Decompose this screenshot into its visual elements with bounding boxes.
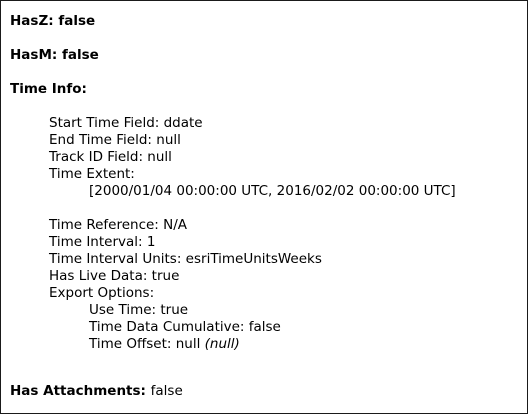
time-reference: Time Reference: N/A (49, 217, 188, 233)
hasm-row: HasM: false (10, 47, 99, 64)
time-offset: Time Offset: null (89, 336, 201, 352)
has-attachments-label: Has Attachments: (10, 383, 146, 399)
hasz-value: false (58, 13, 96, 29)
has-live-data: Has Live Data: true (49, 268, 180, 284)
properties-panel: HasZ: false HasM: false Time Info: Start… (0, 0, 528, 414)
time-interval: Time Interval: 1 (49, 234, 156, 250)
end-time-field: End Time Field: null (49, 132, 181, 148)
time-extent-label: Time Extent: (49, 166, 135, 182)
hasm-label: HasM: (10, 47, 58, 63)
start-time-field: Start Time Field: ddate (49, 115, 203, 131)
has-attachments-value: false (150, 383, 183, 399)
use-time: Use Time: true (89, 302, 189, 318)
time-extent-value: [2000/01/04 00:00:00 UTC, 2016/02/02 00:… (89, 183, 456, 199)
time-offset-note: (null) (204, 336, 240, 352)
hasm-value: false (61, 47, 99, 63)
time-interval-units: Time Interval Units: esriTimeUnitsWeeks (49, 251, 322, 267)
has-attachments-row: Has Attachments: false (10, 383, 183, 400)
time-info-heading: Time Info: (10, 81, 87, 97)
hasz-row: HasZ: false (10, 13, 95, 30)
export-options-label: Export Options: (49, 285, 155, 301)
time-offset-row: Time Offset: null (null) (89, 336, 240, 353)
track-id-field: Track ID Field: null (49, 149, 172, 165)
time-data-cumulative: Time Data Cumulative: false (89, 319, 281, 335)
hasz-label: HasZ: (10, 13, 54, 29)
